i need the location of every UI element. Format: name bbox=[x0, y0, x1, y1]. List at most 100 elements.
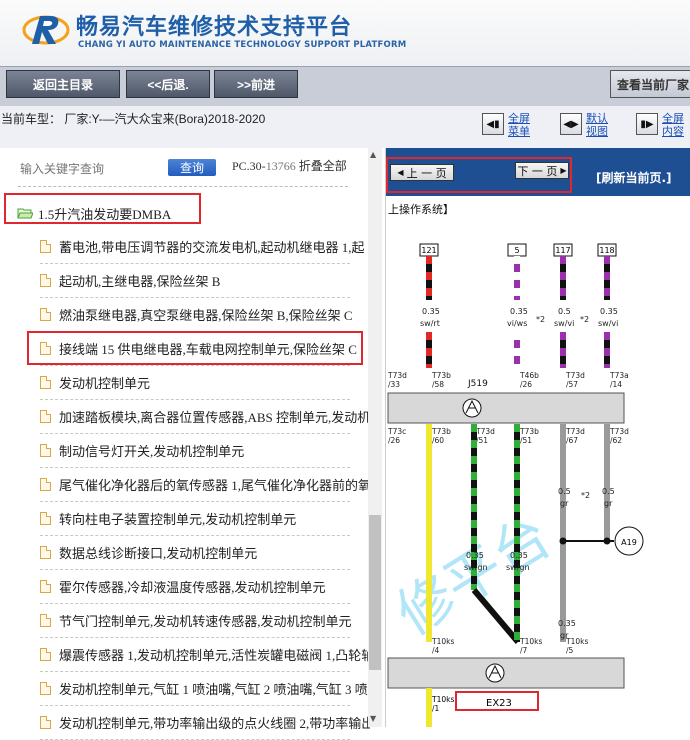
svg-text:T73b: T73b bbox=[431, 371, 451, 380]
tree-item[interactable]: 发动机控制单元 bbox=[40, 365, 370, 399]
wiring-diagram-svg: 修平台 121 5 117 118 0.35 sw/rt 0.35 vi/ws … bbox=[386, 243, 644, 727]
tree-item[interactable]: 尾气催化净化器后的氧传感器 1,尾气催化净化器前的氧 bbox=[40, 467, 370, 501]
svg-text:T73d: T73d bbox=[609, 427, 629, 436]
search-button[interactable]: 查询 bbox=[168, 159, 216, 176]
svg-text:0.35: 0.35 bbox=[600, 307, 618, 316]
search-input[interactable] bbox=[18, 161, 162, 177]
tree-item-label: 加速踏板模块,离合器位置传感器,ABS 控制单元,发动机 bbox=[59, 409, 370, 425]
svg-text:0.5: 0.5 bbox=[558, 307, 571, 316]
refresh-page-link[interactable]: [刷新当前页.] bbox=[596, 169, 672, 186]
app-title: 畅易汽车维修技术支持平台 bbox=[76, 15, 353, 40]
back-button[interactable]: <<后退. bbox=[126, 70, 210, 98]
top-wires bbox=[426, 256, 610, 300]
svg-text:T73c: T73c bbox=[387, 427, 406, 436]
current-car-model: 当前车型： 厂家:Y-—汽大众宝来(Bora)2018-2020 bbox=[1, 112, 266, 126]
tree-item[interactable]: 制动信号灯开关,发动机控制单元 bbox=[40, 433, 370, 467]
document-icon bbox=[40, 477, 51, 491]
nav-bar: 返回主目录 <<后退. >>前进 查看当前厂家 bbox=[0, 66, 690, 107]
forward-button[interactable]: >>前进 bbox=[214, 70, 298, 98]
tree-item[interactable]: 蓄电池,带电压调节器的交流发电机,起动机继电器 1,起 bbox=[40, 229, 370, 263]
svg-text:/67: /67 bbox=[566, 436, 578, 445]
svg-text:T73d: T73d bbox=[565, 427, 585, 436]
svg-text:/26: /26 bbox=[388, 436, 400, 445]
scroll-up-icon[interactable]: ▲ bbox=[370, 150, 376, 159]
tree-item[interactable]: 转向柱电子装置控制单元,发动机控制单元 bbox=[40, 501, 370, 535]
fullscreen-content-button[interactable]: ▮▶ 全屏内容 bbox=[636, 113, 690, 139]
fullscreen-menu-label: 全屏菜单 bbox=[508, 113, 530, 138]
t10ks-bottom-pin: /1 bbox=[432, 704, 440, 713]
top-wire-labels: 0.35 sw/rt 0.35 vi/ws *2 0.5 sw/vi *2 0.… bbox=[420, 307, 618, 328]
svg-text:T10ks: T10ks bbox=[565, 637, 588, 646]
svg-text:gr: gr bbox=[604, 499, 613, 508]
svg-text:T73d: T73d bbox=[475, 427, 495, 436]
svg-text:A19: A19 bbox=[621, 538, 637, 547]
document-icon bbox=[40, 545, 51, 559]
svg-text:T10ks: T10ks bbox=[431, 637, 454, 646]
svg-text:/4: /4 bbox=[432, 646, 440, 655]
highlight-box-item bbox=[27, 331, 363, 365]
document-icon bbox=[40, 273, 51, 287]
document-icon bbox=[40, 647, 51, 661]
tree-item[interactable]: 霍尔传感器,冷却液温度传感器,发动机控制单元 bbox=[40, 569, 370, 603]
svg-text:T73b: T73b bbox=[431, 427, 451, 436]
connector-118: 118 bbox=[597, 243, 617, 257]
svg-text:/51: /51 bbox=[476, 436, 488, 445]
tree-item-label: 发动机控制单元,带功率输出级的点火线圈 2,带功率输出 bbox=[59, 715, 370, 731]
svg-text:T73d: T73d bbox=[565, 371, 585, 380]
tree-item[interactable]: 加速踏板模块,离合器位置传感器,ABS 控制单元,发动机 bbox=[40, 399, 370, 433]
document-icon bbox=[40, 239, 51, 253]
pc-counter: PC.30-13766 折叠全部 bbox=[232, 157, 347, 174]
tree-item[interactable]: 节气门控制单元,发动机转速传感器,发动机控制单元 bbox=[40, 603, 370, 637]
fullscreen-content-label: 全屏内容 bbox=[662, 113, 684, 138]
svg-text:118: 118 bbox=[599, 246, 614, 255]
default-view-button[interactable]: ◀▶ 默认视图 bbox=[560, 113, 614, 139]
svg-text:0.35: 0.35 bbox=[422, 307, 440, 316]
svg-text:117: 117 bbox=[555, 246, 570, 255]
document-icon bbox=[40, 443, 51, 457]
svg-text:*2: *2 bbox=[581, 491, 590, 500]
collapse-all-link[interactable]: 折叠全部 bbox=[296, 159, 347, 173]
tree-item-label: 发动机控制单元 bbox=[59, 375, 151, 391]
svg-text:5: 5 bbox=[514, 246, 519, 255]
tree-item-label: 燃油泵继电器,真空泵继电器,保险丝架 B,保险丝架 C bbox=[59, 307, 353, 323]
tree-item[interactable]: 燃油泵继电器,真空泵继电器,保险丝架 B,保险丝架 C bbox=[40, 297, 370, 331]
tree-item[interactable]: 数据总线诊断接口,发动机控制单元 bbox=[40, 535, 370, 569]
divider bbox=[18, 186, 348, 187]
document-icon bbox=[40, 307, 51, 321]
tree-item-label: 发动机控制单元,气缸 1 喷油嘴,气缸 2 喷油嘴,气缸 3 喷 bbox=[59, 681, 368, 697]
scroll-down-icon[interactable]: ▼ bbox=[370, 714, 376, 723]
tree-item-label: 霍尔传感器,冷却液温度传感器,发动机控制单元 bbox=[59, 579, 326, 595]
svg-text:/57: /57 bbox=[566, 380, 578, 389]
tree-item[interactable]: 发动机控制单元,带功率输出级的点火线圈 2,带功率输出 bbox=[40, 705, 370, 739]
document-icon bbox=[40, 511, 51, 525]
svg-text:0.35: 0.35 bbox=[466, 551, 484, 560]
tree-item-label: 蓄电池,带电压调节器的交流发电机,起动机继电器 1,起 bbox=[59, 239, 365, 255]
top-pin-labels: T73d/33 T73b/58 T46b/26 T73d/57 T73a/14 bbox=[387, 371, 629, 389]
fullscreen-menu-icon: ◀▮ bbox=[482, 113, 504, 135]
svg-text:sw/rt: sw/rt bbox=[420, 319, 440, 328]
fullscreen-content-icon: ▮▶ bbox=[636, 113, 658, 135]
svg-text:/14: /14 bbox=[610, 380, 622, 389]
home-button[interactable]: 返回主目录 bbox=[6, 70, 120, 98]
svg-text:T46b: T46b bbox=[519, 371, 539, 380]
tree-item-label: 节气门控制单元,发动机转速传感器,发动机控制单元 bbox=[59, 613, 352, 629]
j519-label: J519 bbox=[467, 379, 488, 389]
mid-pin-labels: T73c/26 T73b/60 T73d/51 T73b/51 T73d/67 … bbox=[387, 427, 629, 445]
svg-text:0.35: 0.35 bbox=[510, 551, 528, 560]
view-manufacturer-button[interactable]: 查看当前厂家 bbox=[610, 70, 690, 98]
document-icon bbox=[40, 579, 51, 593]
tree-item[interactable]: 爆震传感器 1,发动机控制单元,活性炭罐电磁阀 1,凸轮轴 bbox=[40, 637, 370, 671]
svg-text:sw/gn: sw/gn bbox=[506, 563, 530, 572]
document-icon bbox=[40, 613, 51, 627]
fullscreen-menu-button[interactable]: ◀▮ 全屏菜单 bbox=[482, 113, 536, 139]
scroll-thumb[interactable] bbox=[369, 515, 381, 670]
svg-text:/26: /26 bbox=[520, 380, 532, 389]
tree-item[interactable]: 起动机,主继电器,保险丝架 B bbox=[40, 263, 370, 297]
svg-text:/60: /60 bbox=[432, 436, 444, 445]
svg-text:T73a: T73a bbox=[609, 371, 629, 380]
svg-text:/51: /51 bbox=[520, 436, 532, 445]
t10ks-bottom: T10ks bbox=[431, 695, 454, 704]
svg-text:T73b: T73b bbox=[519, 427, 539, 436]
tree-item[interactable]: 发动机控制单元,气缸 1 喷油嘴,气缸 2 喷油嘴,气缸 3 喷 bbox=[40, 671, 370, 705]
highlight-box-folder bbox=[4, 193, 201, 224]
